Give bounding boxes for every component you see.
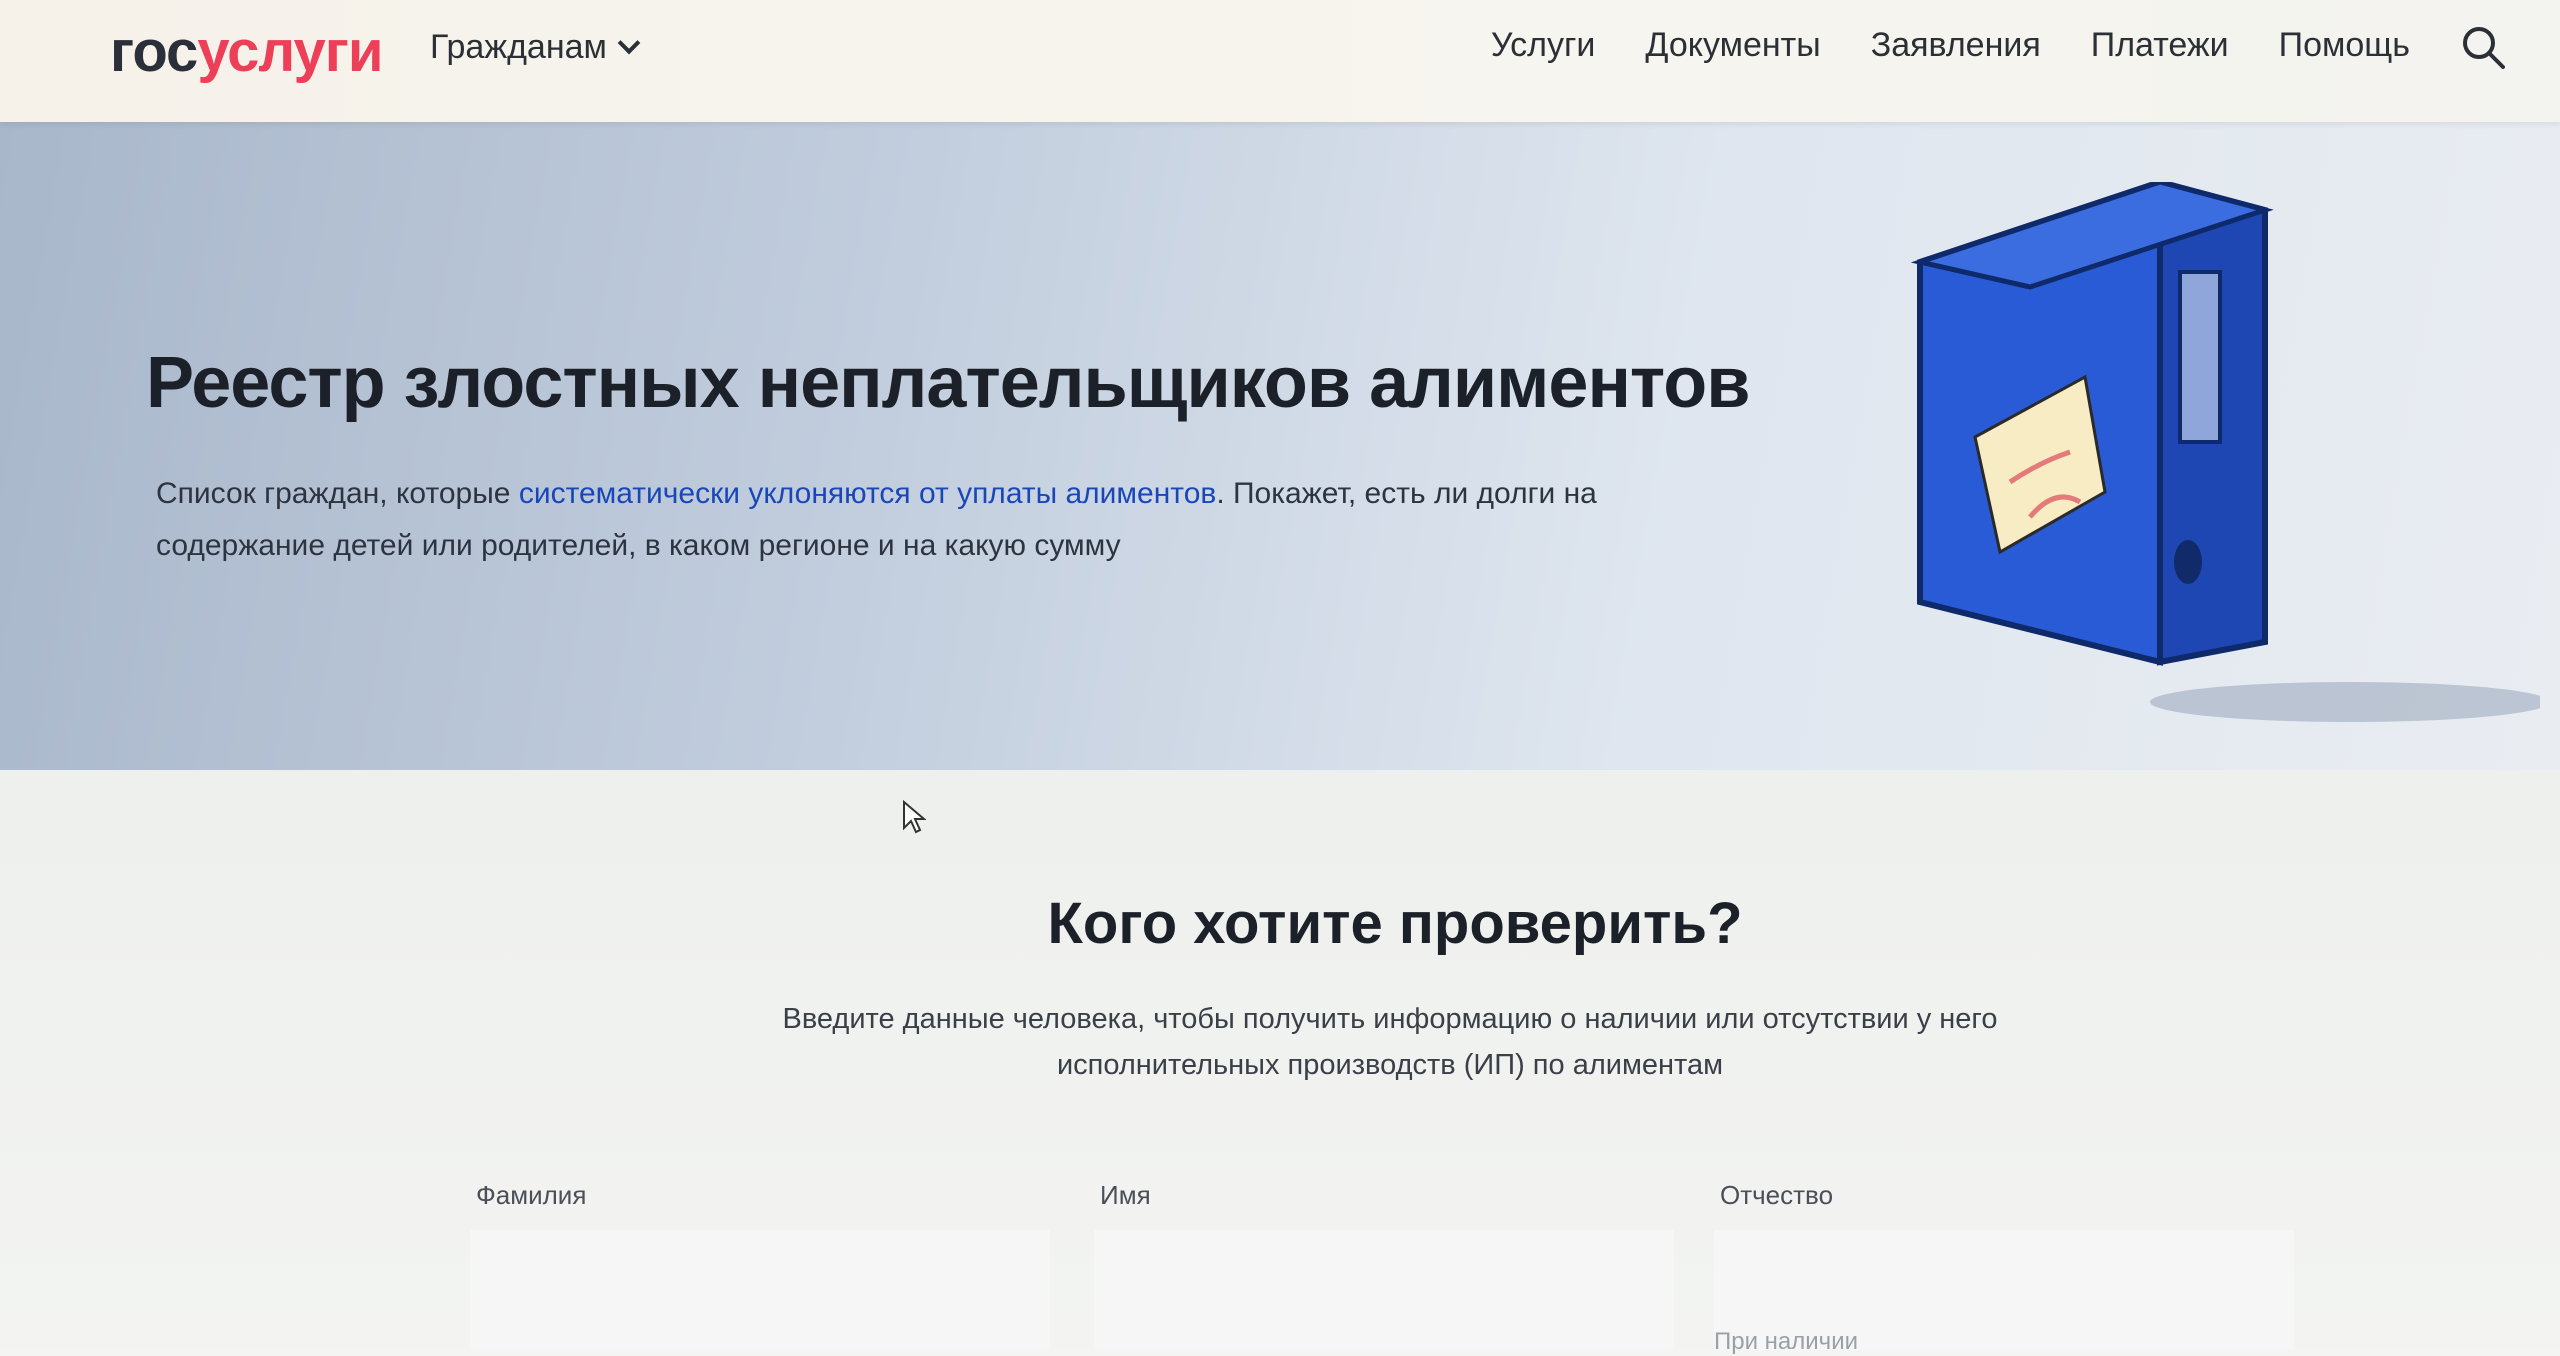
nav-item-documents[interactable]: Документы bbox=[1645, 26, 1820, 65]
logo-part-gos: гос bbox=[110, 19, 198, 84]
folder-illustration bbox=[1910, 182, 2540, 722]
last-name-input[interactable] bbox=[470, 1230, 1050, 1350]
page-title: Реестр злостных неплательщиков алиментов bbox=[146, 343, 1750, 423]
chevron-down-icon bbox=[617, 31, 641, 54]
site-header: госуслуги Гражданам Услуги Документы Зая… bbox=[0, 0, 2560, 122]
mouse-cursor-icon bbox=[903, 800, 926, 834]
nav-item-applications[interactable]: Заявления bbox=[1871, 26, 2041, 65]
first-name-input[interactable] bbox=[1094, 1230, 1674, 1350]
nav-item-payments[interactable]: Платежи bbox=[2091, 26, 2229, 65]
nav-item-help[interactable]: Помощь bbox=[2279, 26, 2410, 65]
hero-desc-start: Список граждан, которые bbox=[156, 477, 519, 510]
gosuslugi-logo[interactable]: госуслуги bbox=[110, 18, 384, 85]
role-menu-label: Гражданам bbox=[430, 28, 607, 66]
hero-desc-link[interactable]: систематически уклоняются от уплаты алим… bbox=[519, 477, 1217, 510]
check-title-text: Кого хотите проверить? bbox=[1047, 891, 1743, 956]
role-menu-dropdown[interactable]: Гражданам bbox=[430, 28, 641, 67]
last-name-label: Фамилия bbox=[476, 1180, 587, 1210]
check-description: Введите данные человека, чтобы получить … bbox=[782, 1003, 1998, 1081]
hero-description: Список граждан, которые систематически у… bbox=[156, 468, 1716, 572]
patronymic-hint: При наличии bbox=[1714, 1328, 1858, 1355]
logo-part-uslugi: услуги bbox=[197, 19, 383, 84]
patronymic-label: Отчество bbox=[1720, 1180, 1834, 1210]
nav-item-services[interactable]: Услуги bbox=[1491, 26, 1596, 65]
check-title: Кого хотите проверить? bbox=[0, 890, 2560, 957]
first-name-label: Имя bbox=[1100, 1180, 1151, 1210]
main-nav: Услуги Документы Заявления Платежи Помощ… bbox=[1491, 26, 2410, 65]
hero-banner: Реестр злостных неплательщиков алиментов… bbox=[0, 122, 2560, 770]
search-icon[interactable] bbox=[2458, 22, 2508, 72]
